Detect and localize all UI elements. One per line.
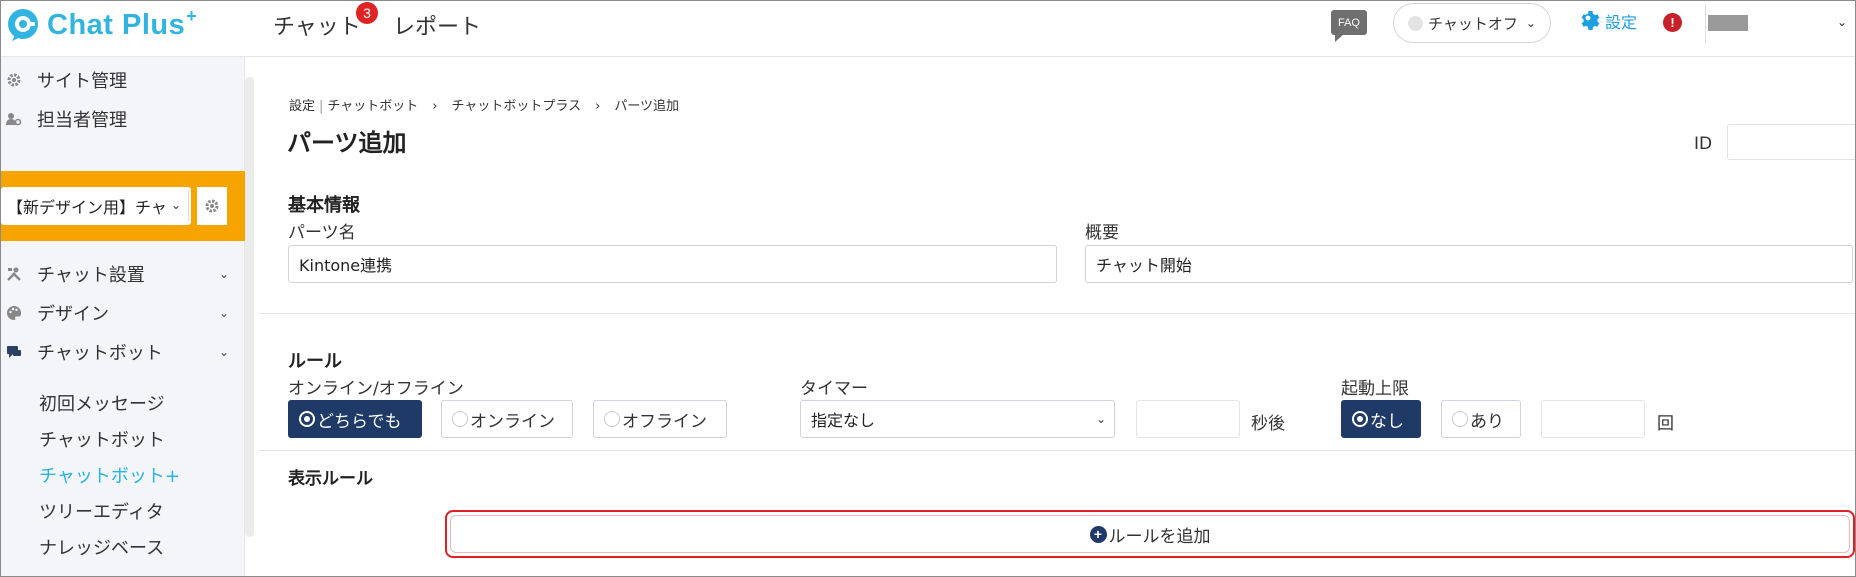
sidebar: サイト管理 担当者管理 【新デザイン用】チャットプラス ⌄ [1,57,245,576]
id-label: ID [1694,134,1713,154]
page-title: パーツ追加 [287,129,407,157]
timer-seconds-input[interactable] [1136,400,1240,438]
display-rules-heading: 表示ルール [288,469,373,489]
palette-icon [5,304,23,322]
chat-badge: 3 [356,2,378,24]
chat-icon [5,343,23,361]
radio-either[interactable]: どちらでも [288,400,422,438]
nav-chat[interactable]: チャット [273,9,361,41]
sidebar-scrollbar[interactable] [245,77,254,537]
gear-icon [5,71,23,89]
radio-limit-yes[interactable]: あり [1441,400,1521,438]
nav-report[interactable]: レポート [393,9,481,41]
timer-select[interactable]: 指定なし ⌄ [800,400,1115,438]
sidebar-item-label: デザイン [37,304,109,325]
sidebar-item-design[interactable]: デザイン ⌄ [1,300,241,326]
rules-heading: ルール [288,351,342,372]
chevron-down-icon: ⌄ [1095,412,1106,426]
breadcrumb-item[interactable]: チャットボット [327,99,418,114]
sidebar-subitem-knowledge-base[interactable]: ナレッジベース [39,534,164,560]
gear-icon [1578,9,1602,33]
count-unit-label: 回 [1657,414,1674,434]
parts-name-label: パーツ名 [288,223,356,243]
user-gear-icon [5,110,23,128]
sidebar-item-chatbot[interactable]: チャットボット ⌄ [1,339,241,365]
add-rule-label: ルールを追加 [1108,526,1211,547]
add-rule-button[interactable]: + ルールを追加 [445,510,1855,558]
status-label: チャットオフ [1428,14,1518,33]
chevron-down-icon: ⌄ [219,267,230,281]
sidebar-item-label: 担当者管理 [37,110,127,131]
timer-select-value: 指定なし [811,411,876,430]
faq-button[interactable]: FAQ [1331,10,1367,42]
summary-label: 概要 [1085,223,1119,243]
logo-text: Chat Plus+ [47,5,198,41]
chevron-down-icon: ⌄ [219,306,230,320]
summary-input[interactable] [1085,245,1853,283]
sidebar-item-label: チャット設置 [37,265,145,286]
chevron-down-icon[interactable]: ⌄ [1837,15,1847,29]
radio-label: どちらでも [317,411,402,432]
alert-icon[interactable]: ! [1663,13,1682,32]
radio-offline[interactable]: オフライン [593,400,727,438]
sidebar-subitem-first-message[interactable]: 初回メッセージ [39,390,165,416]
chat-status-select[interactable]: チャットオフ ⌄ [1393,3,1551,43]
basic-info-heading: 基本情報 [288,195,360,216]
id-field [1727,124,1855,160]
sidebar-subitem-chatbot[interactable]: チャットボット [39,426,165,452]
sidebar-item-staff-management[interactable]: 担当者管理 [1,106,241,132]
timer-label: タイマー [800,379,868,399]
breadcrumb-current: パーツ追加 [614,99,680,114]
breadcrumb: 設定 | チャットボット › チャットボットプラス › パーツ追加 [289,99,680,114]
radio-limit-none[interactable]: なし [1341,400,1421,438]
settings-label: 設定 [1605,13,1638,32]
chevron-down-icon: ⌄ [1525,16,1536,30]
radio-empty-icon [1452,411,1468,427]
section-divider [259,313,1855,314]
breadcrumb-item[interactable]: 設定 [289,99,315,114]
status-dot-icon [1408,15,1423,31]
radio-online[interactable]: オンライン [441,400,573,438]
sidebar-subitem-chatbot-plus[interactable]: チャットボット+ [39,462,180,488]
radio-empty-icon [452,411,468,427]
breadcrumb-item[interactable]: チャットボットプラス [451,99,581,114]
site-selector-panel: 【新デザイン用】チャットプラス ⌄ [1,171,245,241]
radio-label: あり [1470,411,1504,432]
gear-icon [205,199,219,213]
parts-name-input[interactable] [288,245,1057,283]
chevron-down-icon: ⌄ [171,198,182,212]
user-menu[interactable] [1708,15,1748,31]
header-divider [1705,5,1706,43]
launch-limit-label: 起動上限 [1341,379,1409,399]
site-select-value: 【新デザイン用】チャットプラス [7,198,167,217]
sidebar-item-label: チャットボット [37,343,163,364]
radio-label: オンライン [470,411,555,432]
plus-circle-icon: + [1089,525,1107,543]
limit-count-input[interactable] [1541,400,1645,438]
select-divider [188,191,189,221]
top-header: Chat Plus+ チャット 3 レポート FAQ チャットオフ ⌄ 設定 !… [1,1,1855,57]
app-window: Chat Plus+ チャット 3 レポート FAQ チャットオフ ⌄ 設定 !… [0,0,1856,577]
main-content: 設定 | チャットボット › チャットボットプラス › パーツ追加 パーツ追加 ID 基本情… [259,57,1855,576]
site-settings-button[interactable] [197,187,227,225]
radio-label: なし [1370,411,1404,432]
site-select[interactable]: 【新デザイン用】チャットプラス ⌄ [1,187,191,225]
sidebar-item-chat-setup[interactable]: チャット設置 ⌄ [1,261,241,287]
chat-plus-logo-icon [5,7,41,43]
logo[interactable]: Chat Plus+ [5,5,198,43]
sidebar-item-label: サイト管理 [37,71,127,92]
tools-icon [5,265,23,283]
radio-selected-icon [1352,411,1368,427]
radio-selected-icon [299,411,315,427]
settings-button[interactable]: 設定 [1578,9,1637,33]
radio-empty-icon [604,411,620,427]
sidebar-item-site-management[interactable]: サイト管理 [1,67,241,93]
online-offline-label: オンライン/オフライン [288,379,464,399]
sidebar-subitem-tree-editor[interactable]: ツリーエディタ [39,498,164,524]
chevron-down-icon: ⌄ [219,345,230,359]
radio-label: オフライン [622,411,707,432]
seconds-unit-label: 秒後 [1251,414,1285,434]
section-divider [259,450,1855,451]
